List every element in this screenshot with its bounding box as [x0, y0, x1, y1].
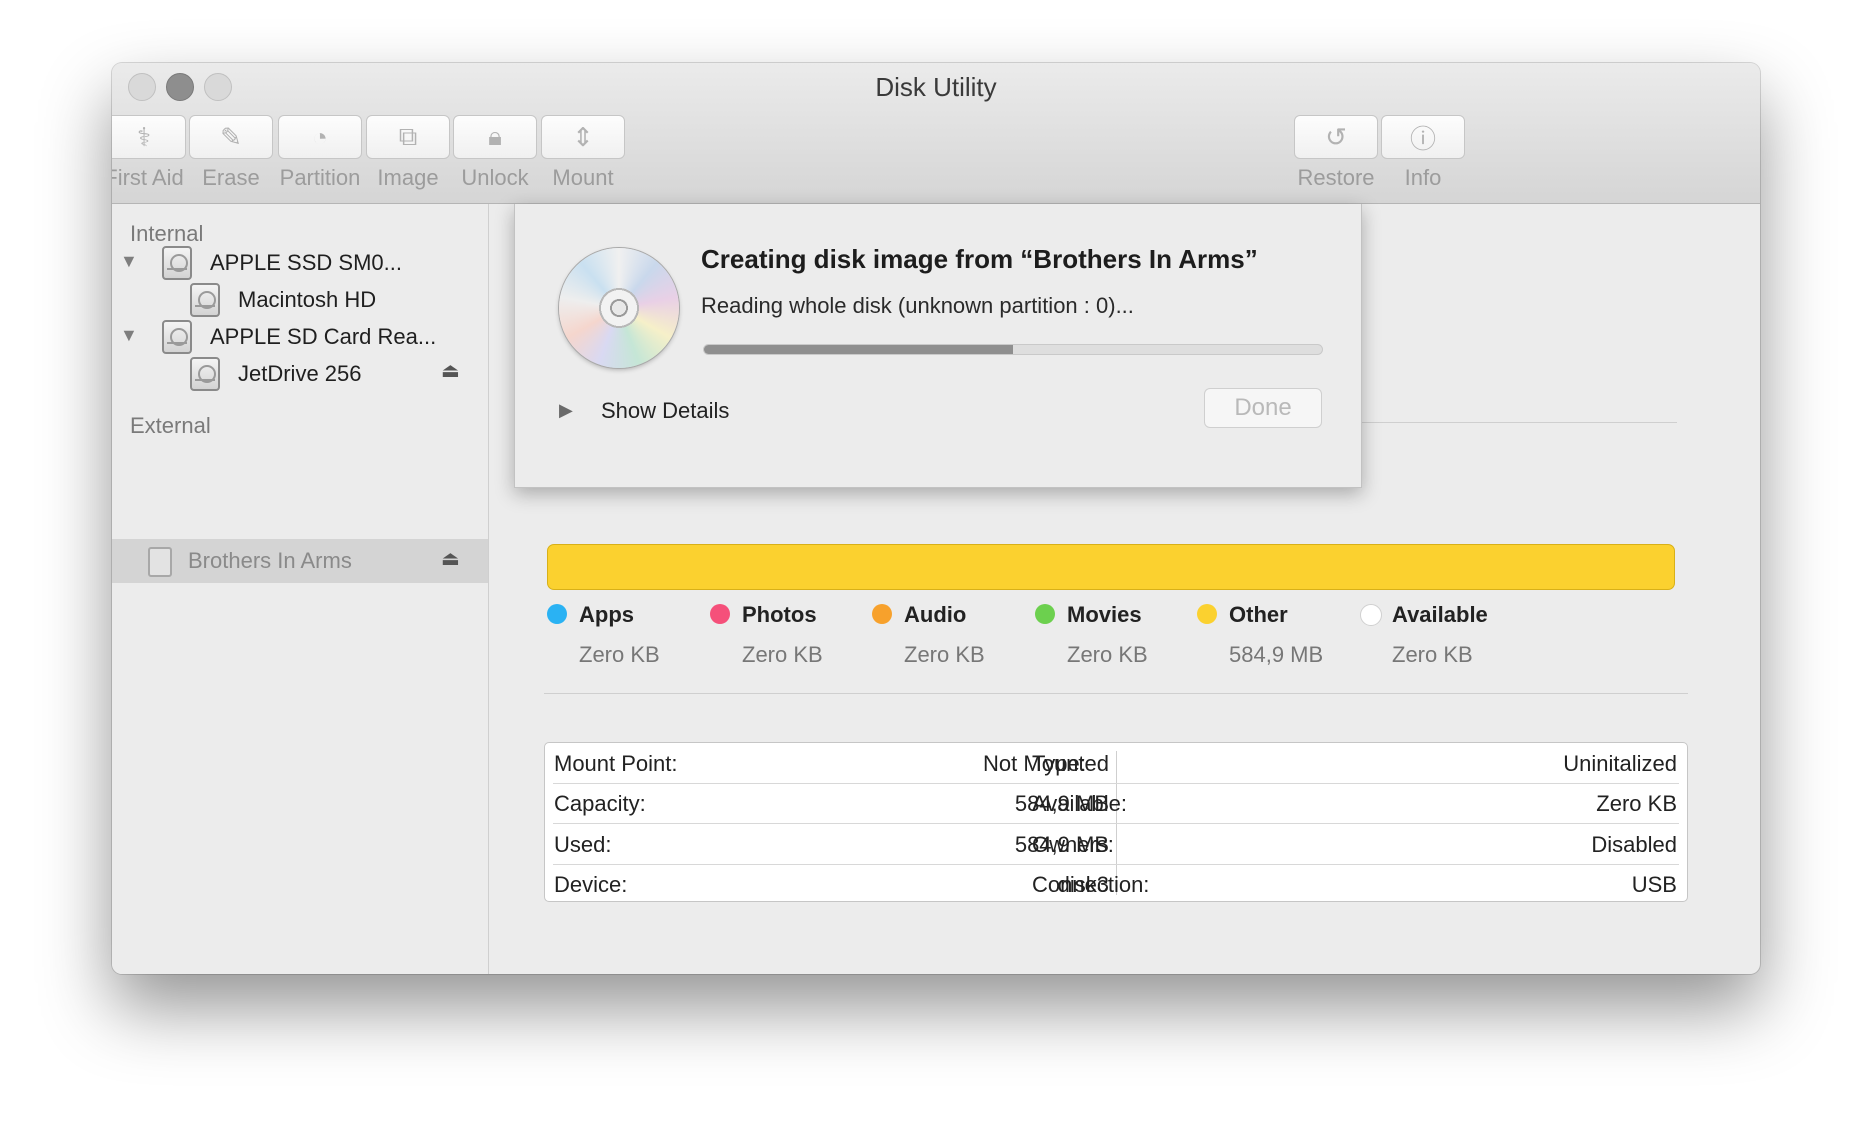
- mount-button[interactable]: ⇕ Mount: [533, 115, 633, 191]
- erase-label: Erase: [202, 165, 260, 190]
- show-details-toggle[interactable]: Show Details: [601, 398, 729, 424]
- disk-utility-window: Disk Utility ⚕ First Aid ✎ Erase ◔ Parti…: [112, 63, 1760, 974]
- restore-icon: ↺: [1325, 121, 1347, 152]
- sidebar-item-label: JetDrive 256: [238, 361, 362, 386]
- sidebar-header-internal: Internal: [130, 221, 204, 246]
- partition-button[interactable]: ◔ Partition: [270, 115, 370, 191]
- legend-dot-icon: [1035, 604, 1055, 624]
- partition-label: Partition: [279, 165, 361, 190]
- legend-name: Apps: [579, 602, 634, 627]
- hard-disk-icon: [162, 320, 192, 354]
- mount-icon: ⇕: [572, 121, 594, 152]
- usage-bar: [547, 544, 1675, 590]
- eject-icon[interactable]: ⏏: [441, 546, 460, 571]
- sidebar-item-label: APPLE SD Card Rea...: [210, 324, 437, 349]
- titlebar: Disk Utility ⚕ First Aid ✎ Erase ◔ Parti…: [112, 63, 1760, 204]
- legend-name: Movies: [1067, 602, 1142, 627]
- sheet-title: Creating disk image from “Brothers In Ar…: [701, 244, 1258, 274]
- info-value: USB: [1631, 872, 1677, 897]
- info-label: Info: [1404, 165, 1442, 190]
- lock-icon: 🔒︎: [488, 121, 502, 151]
- progress-bar-fill: [704, 345, 1013, 354]
- legend-name: Available: [1392, 602, 1488, 627]
- legend-dot-icon: [872, 604, 892, 624]
- legend-size: Zero KB: [1392, 642, 1473, 667]
- unlock-button[interactable]: 🔒︎ Unlock: [445, 115, 545, 191]
- restore-button[interactable]: ↺ Restore: [1286, 115, 1386, 191]
- row-divider: [1029, 864, 1679, 865]
- external-disk-icon: [148, 547, 172, 577]
- info-value: Uninitalized: [1563, 751, 1677, 776]
- create-image-sheet: Creating disk image from “Brothers In Ar…: [514, 204, 1362, 488]
- hard-disk-icon: [190, 283, 220, 317]
- progress-bar: [703, 344, 1323, 355]
- info-key: Available:: [1032, 791, 1127, 816]
- legend-size: Zero KB: [904, 642, 985, 667]
- info-key: Used:: [554, 832, 612, 857]
- info-key: Connection:: [1032, 872, 1150, 897]
- legend-size: Zero KB: [579, 642, 660, 667]
- info-table: Mount Point: Not Mounted Capacity: 584,9 MB…: [544, 742, 1688, 902]
- info-button[interactable]: ⓘ Info: [1373, 115, 1473, 191]
- legend-size: 584,9 MB: [1229, 642, 1324, 667]
- legend-dot-icon: [1197, 604, 1217, 624]
- erase-button[interactable]: ✎ Erase: [181, 115, 281, 191]
- pencil-icon: ✎: [220, 121, 242, 152]
- unlock-label: Unlock: [461, 165, 529, 190]
- legend-dot-icon: [1360, 604, 1382, 626]
- sidebar-item-label: Macintosh HD: [238, 287, 377, 312]
- image-label: Image: [377, 165, 439, 190]
- mount-label: Mount: [552, 165, 614, 190]
- info-icon: ⓘ: [1409, 123, 1436, 154]
- hard-disk-icon: [190, 357, 220, 391]
- info-key: Owners:: [1032, 832, 1114, 857]
- info-key: Capacity:: [554, 791, 646, 816]
- done-button[interactable]: Done: [1204, 388, 1322, 428]
- legend-size: Zero KB: [1067, 642, 1148, 667]
- window-title: Disk Utility: [875, 72, 997, 102]
- info-value: Disabled: [1591, 832, 1677, 857]
- row-divider: [1029, 783, 1679, 784]
- divider: [544, 693, 1688, 694]
- cd-disc-icon: [559, 248, 679, 368]
- legend-name: Audio: [904, 602, 967, 627]
- sidebar-item-label: Brothers In Arms: [188, 548, 352, 573]
- image-button[interactable]: ⧉ Image: [358, 115, 458, 191]
- legend-dot-icon: [710, 604, 730, 624]
- sidebar-item-label: APPLE SSD SM0...: [210, 250, 402, 275]
- legend-name: Photos: [742, 602, 817, 627]
- image-icon: ⧉: [398, 121, 418, 151]
- disclosure-triangle-icon[interactable]: ▼: [120, 325, 138, 346]
- sheet-status: Reading whole disk (unknown partition : …: [701, 293, 1134, 318]
- sidebar-header-external: External: [130, 413, 211, 438]
- eject-icon[interactable]: ⏏: [441, 358, 460, 383]
- legend-size: Zero KB: [742, 642, 823, 667]
- stethoscope-icon: ⚕: [136, 121, 152, 152]
- restore-label: Restore: [1297, 165, 1375, 190]
- row-divider: [1029, 823, 1679, 824]
- info-value: Zero KB: [1596, 791, 1677, 816]
- info-key: Device:: [554, 872, 628, 897]
- disclosure-triangle-icon[interactable]: ▶: [559, 400, 573, 421]
- info-key: Type:: [1032, 751, 1086, 776]
- sidebar: Internal ▼ APPLE SSD SM0... Macintosh HD…: [112, 204, 489, 974]
- legend-dot-icon: [547, 604, 567, 624]
- legend-name: Other: [1229, 602, 1288, 627]
- hard-disk-icon: [162, 246, 192, 280]
- info-key: Mount Point:: [554, 751, 678, 776]
- pie-icon: ◔: [312, 121, 328, 152]
- disclosure-triangle-icon[interactable]: ▼: [120, 251, 138, 272]
